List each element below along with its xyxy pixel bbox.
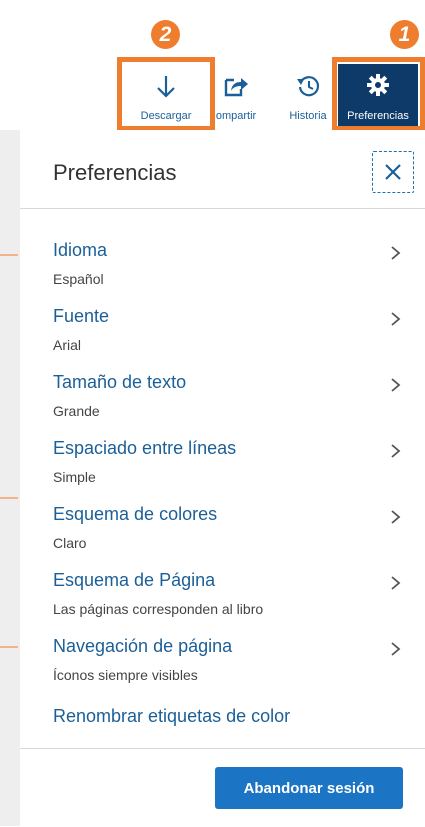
step-badge-2: 2 [151, 20, 180, 49]
rename-color-labels-link[interactable]: Renombrar etiquetas de color [53, 706, 290, 727]
share-button[interactable]: ompartir [206, 66, 266, 126]
panel-header: Preferencias [20, 130, 425, 209]
pref-label: Idioma [53, 240, 108, 260]
pref-item-esquema-pagina[interactable]: Esquema de Página Las páginas correspond… [20, 570, 425, 636]
chevron-right-icon [391, 576, 401, 590]
pref-label: Fuente [53, 306, 110, 326]
download-highlight [117, 57, 215, 131]
reader-toolbar: Descargar ompartir Historia Preferencias… [0, 0, 425, 131]
panel-footer: Abandonar sesión [20, 748, 425, 827]
pref-label: Esquema de Página [53, 570, 216, 590]
background-strip [0, 128, 20, 826]
history-icon [297, 76, 320, 97]
chevron-right-icon [391, 312, 401, 326]
pref-value: Grande [53, 403, 100, 419]
background-tick [0, 497, 18, 499]
preferences-panel: Preferencias Idioma Español Fuente Arial… [20, 130, 425, 826]
close-button[interactable] [372, 151, 414, 193]
close-icon [385, 164, 401, 180]
preferences-highlight [332, 57, 425, 131]
pref-value: Íconos siempre visibles [53, 667, 198, 683]
chevron-right-icon [391, 246, 401, 260]
step-badge-1: 1 [390, 20, 419, 49]
pref-item-esquema-colores[interactable]: Esquema de colores Claro [20, 504, 425, 570]
pref-value: Español [53, 271, 104, 287]
pref-item-espaciado[interactable]: Espaciado entre líneas Simple [20, 438, 425, 504]
pref-label: Esquema de colores [53, 504, 218, 524]
pref-label: Espaciado entre líneas [53, 438, 237, 458]
chevron-right-icon [391, 444, 401, 458]
chevron-right-icon [391, 642, 401, 656]
pref-value: Arial [53, 337, 82, 353]
pref-value: Claro [53, 535, 87, 551]
share-icon [224, 78, 248, 97]
pref-item-navegacion[interactable]: Navegación de página Íconos siempre visi… [20, 636, 425, 702]
pref-label: Navegación de página [53, 636, 233, 656]
pref-value: Simple [53, 469, 96, 485]
history-label: Historia [289, 110, 327, 122]
background-tick [0, 646, 18, 648]
chevron-right-icon [391, 378, 401, 392]
pref-item-fuente[interactable]: Fuente Arial [20, 306, 425, 372]
pref-label: Tamaño de texto [53, 372, 187, 392]
pref-value: Las páginas corresponden al libro [53, 601, 264, 617]
share-label: ompartir [215, 110, 257, 122]
pref-item-tamano-texto[interactable]: Tamaño de texto Grande [20, 372, 425, 438]
background-tick [0, 254, 18, 256]
pref-item-idioma[interactable]: Idioma Español [20, 240, 425, 306]
chevron-right-icon [391, 510, 401, 524]
history-button[interactable]: Historia [278, 66, 338, 126]
panel-title: Preferencias [53, 160, 177, 185]
logout-button[interactable]: Abandonar sesión [215, 767, 403, 809]
preferences-list: Idioma Español Fuente Arial Tamaño de te… [20, 240, 425, 702]
